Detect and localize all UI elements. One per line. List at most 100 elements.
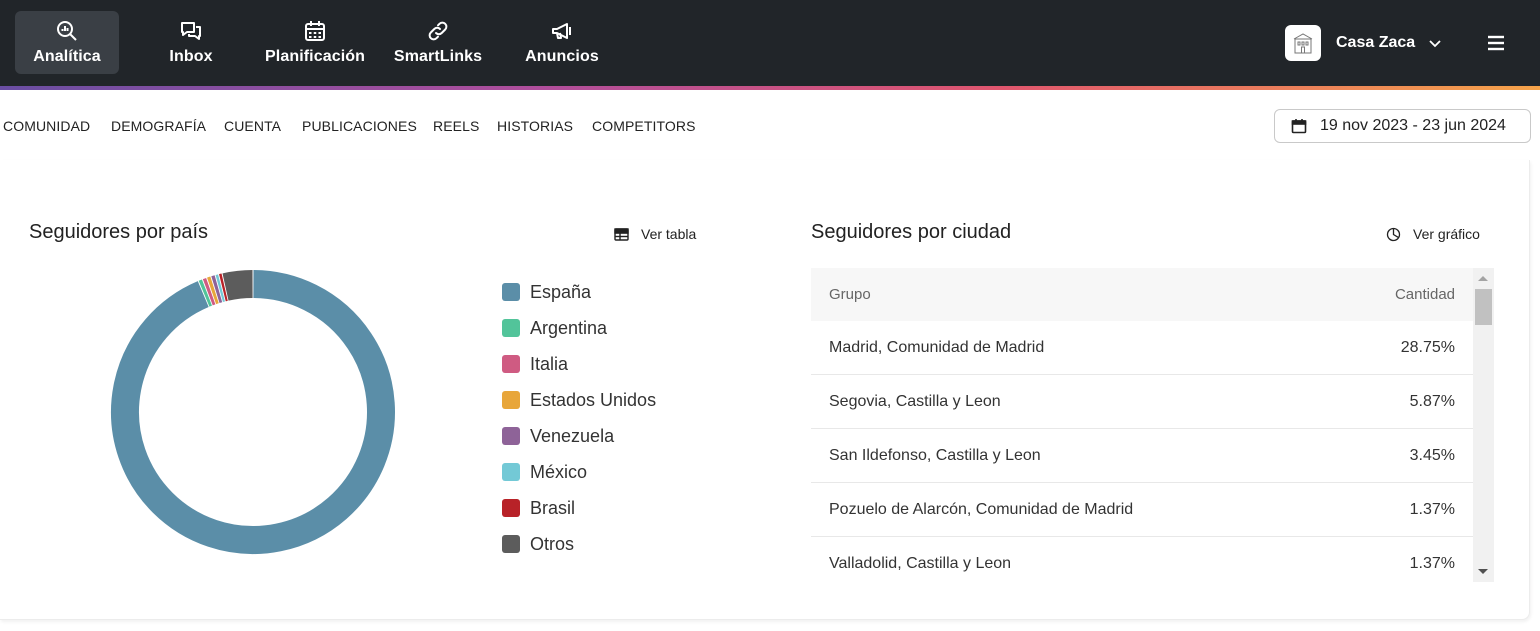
legend-item[interactable]: España [502, 274, 656, 310]
calendar-icon [305, 21, 325, 41]
donut-slice-méxico[interactable] [215, 274, 225, 303]
analytics-icon [57, 21, 77, 41]
tab-reels[interactable]: REELS [433, 118, 479, 134]
country-section-title: Seguidores por país [29, 221, 209, 243]
donut-slice-españa[interactable] [111, 270, 395, 554]
calendar-icon [1291, 119, 1307, 134]
legend-item[interactable]: México [502, 454, 656, 490]
table-icon [614, 227, 629, 241]
pie-chart-icon [1386, 227, 1401, 241]
nav-item-analitica[interactable]: Analítica [15, 11, 119, 74]
legend-item[interactable]: Brasil [502, 490, 656, 526]
cell-amount: 5.87% [1409, 392, 1455, 410]
megaphone-icon [552, 23, 571, 39]
legend-swatch [502, 499, 520, 517]
tab-cuenta[interactable]: CUENTA [224, 118, 281, 134]
legend-label: México [530, 461, 588, 482]
table-header: Grupo Cantidad [811, 268, 1473, 321]
legend-item[interactable]: Otros [502, 526, 656, 562]
nav-item-smartlinks[interactable]: SmartLinks [390, 11, 486, 74]
legend-swatch [502, 391, 520, 409]
column-header-cantidad: Cantidad [1394, 286, 1455, 303]
legend-label: Venezuela [530, 425, 615, 446]
legend-item[interactable]: Estados Unidos [502, 382, 656, 418]
date-range-picker[interactable]: 19 nov 2023 - 23 jun 2024 [1274, 109, 1531, 143]
legend-label: Brasil [530, 497, 576, 518]
demographics-card: Seguidores por país Ver tabla España Arge… [0, 160, 1530, 620]
table-row: Segovia, Castilla y Leon 5.87% [811, 375, 1473, 429]
table-body: Madrid, Comunidad de Madrid 28.75% Segovia… [811, 321, 1473, 582]
table-row: San Ildefonso, Castilla y Leon 3.45% [811, 429, 1473, 483]
analytics-subnav: COMUNIDAD DEMOGRAFÍA CUENTA PUBLICACIONE… [0, 90, 1540, 162]
cell-group: San Ildefonso, Castilla y Leon [829, 446, 1041, 464]
legend-label: Italia [530, 353, 569, 374]
nav-label: Anuncios [525, 48, 599, 65]
view-table-label: Ver tabla [641, 226, 697, 242]
cell-amount: 1.37% [1409, 500, 1455, 518]
view-chart-button[interactable]: Ver gráfico [1386, 226, 1480, 242]
tab-comunidad[interactable]: COMUNIDAD [3, 118, 90, 134]
cell-group: Madrid, Comunidad de Madrid [829, 338, 1045, 356]
donut-slice-venezuela[interactable] [211, 275, 223, 304]
legend-item[interactable]: Venezuela [502, 418, 656, 454]
account-selector[interactable]: Casa Zaca [1285, 25, 1443, 61]
donut-slice-estados-unidos[interactable] [207, 276, 219, 305]
tab-demografia[interactable]: DEMOGRAFÍA [111, 118, 206, 134]
legend-label: Otros [530, 533, 575, 554]
top-navigation-bar: Analítica Inbox Planificación SmartLinks… [0, 0, 1540, 86]
date-range-text: 19 nov 2023 - 23 jun 2024 [1320, 117, 1506, 134]
table-row: Pozuelo de Alarcón, Comunidad de Madrid 1… [811, 483, 1473, 537]
scrollbar-thumb[interactable] [1475, 289, 1492, 325]
tab-publicaciones[interactable]: PUBLICACIONES [302, 118, 417, 134]
nav-label: Planificación [265, 48, 365, 65]
hamburger-menu-icon[interactable] [1484, 32, 1508, 54]
legend-label: Estados Unidos [530, 389, 657, 410]
legend-swatch [502, 355, 520, 373]
nav-label: Analítica [33, 48, 101, 65]
donut-slice-italia[interactable] [202, 277, 216, 306]
country-legend: España Argentina Italia Estados Unidos Venez… [502, 274, 656, 562]
cell-amount: 3.45% [1409, 446, 1455, 464]
nav-item-anuncios[interactable]: Anuncios [520, 11, 604, 74]
legend-swatch [502, 463, 520, 481]
scroll-up-arrow-icon[interactable] [1478, 276, 1488, 281]
table-scrollbar[interactable] [1473, 268, 1494, 582]
donut-slice-otros[interactable] [222, 270, 253, 301]
chevron-down-icon [1429, 40, 1441, 48]
table-row: Valladolid, Castilla y Leon 1.37% [811, 537, 1473, 582]
scroll-down-arrow-icon[interactable] [1478, 569, 1488, 574]
view-chart-label: Ver gráfico [1413, 226, 1480, 242]
table-row: Madrid, Comunidad de Madrid 28.75% [811, 321, 1473, 375]
column-header-grupo: Grupo [829, 286, 871, 303]
legend-swatch [502, 319, 520, 337]
legend-swatch [502, 427, 520, 445]
legend-item[interactable]: Argentina [502, 310, 656, 346]
cell-group: Pozuelo de Alarcón, Comunidad de Madrid [829, 500, 1134, 518]
cell-amount: 1.37% [1409, 554, 1455, 572]
donut-slice-brasil[interactable] [219, 273, 228, 302]
cell-group: Valladolid, Castilla y Leon [829, 554, 1012, 572]
nav-label: Inbox [169, 48, 213, 65]
nav-label: SmartLinks [393, 48, 483, 65]
view-table-button[interactable]: Ver tabla [614, 226, 696, 242]
legend-item[interactable]: Italia [502, 346, 656, 382]
account-name: Casa Zaca [1336, 34, 1416, 51]
legend-label: España [530, 281, 592, 302]
building-icon [1293, 33, 1313, 54]
cell-amount: 28.75% [1400, 338, 1455, 356]
legend-swatch [502, 283, 520, 301]
account-logo [1285, 25, 1321, 61]
chat-icon [181, 22, 201, 40]
city-table: Grupo Cantidad Madrid, Comunidad de Madr… [811, 268, 1494, 582]
legend-label: Argentina [530, 317, 608, 338]
cell-group: Segovia, Castilla y Leon [829, 392, 1001, 410]
tab-historias[interactable]: HISTORIAS [497, 118, 573, 134]
tab-competitors[interactable]: COMPETITORS [592, 118, 696, 134]
nav-item-planificacion[interactable]: Planificación [262, 11, 368, 74]
legend-swatch [502, 535, 520, 553]
city-section-title: Seguidores por ciudad [811, 221, 1012, 243]
country-donut-chart [111, 270, 395, 554]
link-icon [428, 21, 448, 41]
nav-item-inbox[interactable]: Inbox [148, 11, 234, 74]
donut-slice-argentina[interactable] [198, 279, 213, 307]
